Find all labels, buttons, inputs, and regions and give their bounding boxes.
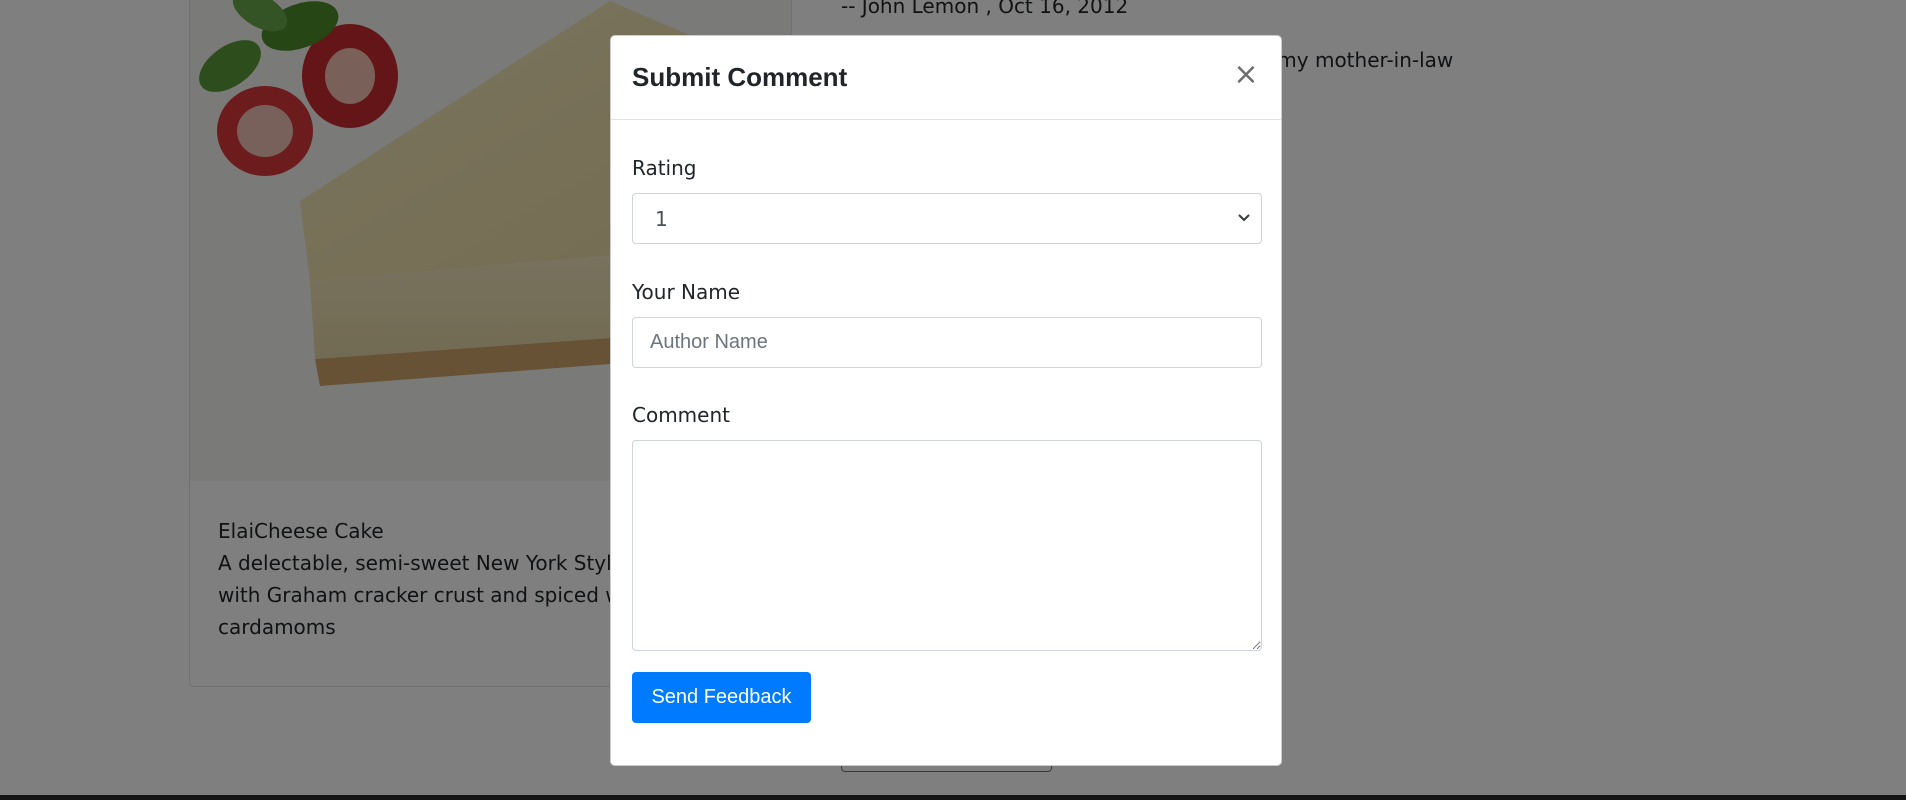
rating-selected-value: 1	[655, 207, 668, 231]
rating-select[interactable]: 1	[632, 193, 1262, 244]
rating-label: Rating	[632, 156, 697, 180]
modal-header: Submit Comment ×	[611, 36, 1281, 120]
your-name-label: Your Name	[632, 280, 741, 304]
page: ElaiCheese Cake A delectable, semi-sweet…	[0, 0, 1906, 800]
author-name-input[interactable]	[632, 317, 1262, 368]
comment-textarea[interactable]	[632, 440, 1262, 651]
comment-label: Comment	[632, 403, 730, 427]
modal-title: Submit Comment	[632, 62, 848, 92]
chevron-down-icon	[1238, 214, 1250, 222]
submit-comment-modal: Submit Comment × Rating 1 Your Name Comm…	[610, 35, 1282, 766]
send-feedback-button[interactable]: Send Feedback	[632, 672, 811, 723]
close-icon[interactable]: ×	[1233, 60, 1259, 90]
